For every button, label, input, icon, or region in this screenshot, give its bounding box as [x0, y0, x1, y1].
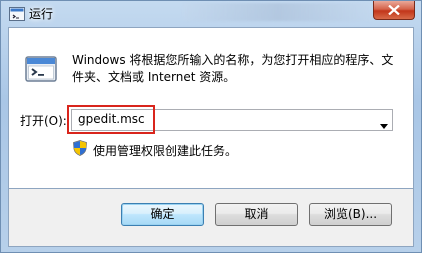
browse-button[interactable]: 浏览(B)... [309, 203, 392, 226]
cancel-button[interactable]: 取消 [215, 203, 298, 226]
dialog-body: Windows 将根据您所输入的名称，为您打开相应的程序、文件夹、文档或 Int… [8, 27, 414, 189]
uac-shield-icon [73, 140, 87, 156]
button-bar: 确定 取消 浏览(B)... [8, 189, 414, 247]
title-bar[interactable]: 运行 [1, 1, 421, 27]
open-input[interactable]: gpedit.msc [78, 112, 145, 126]
run-dialog-window: 运行 Windows 将根据您所输入的名称，为您打开相应的程序、文件夹、文档或 … [0, 0, 422, 253]
run-program-icon [25, 54, 59, 84]
close-icon [388, 5, 400, 15]
dialog-description: Windows 将根据您所输入的名称，为您打开相应的程序、文件夹、文档或 Int… [72, 53, 394, 84]
open-combobox[interactable]: gpedit.msc [71, 109, 393, 131]
close-button[interactable] [373, 1, 415, 20]
ok-button[interactable]: 确定 [121, 203, 204, 226]
window-title: 运行 [29, 7, 54, 21]
background-window-blur [183, 3, 373, 21]
admin-privilege-note: 使用管理权限创建此任务。 [93, 144, 238, 158]
dropdown-arrow-icon[interactable] [380, 118, 388, 132]
open-label: 打开(O): [20, 114, 67, 128]
run-app-icon [9, 7, 25, 21]
